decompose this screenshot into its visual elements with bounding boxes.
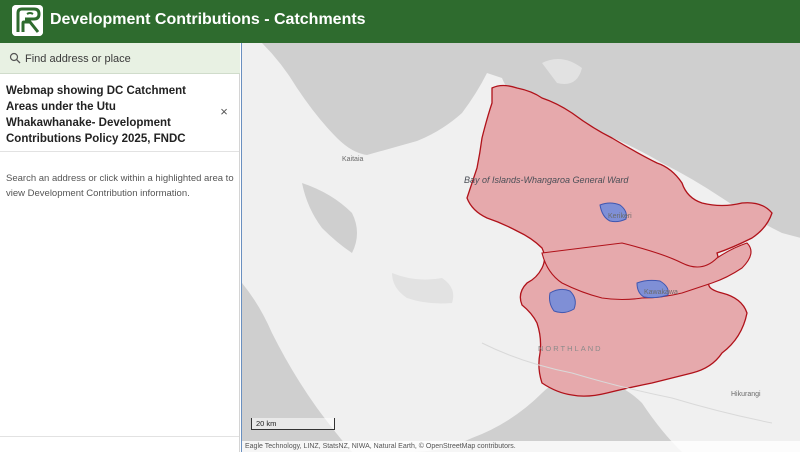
divider <box>0 151 239 152</box>
ward-label: Bay of Islands-Whangaroa General Ward <box>464 175 629 185</box>
basemap <box>242 43 800 452</box>
kaitaia-label: Kaitaia <box>342 156 364 163</box>
map-attribution: Eagle Technology, LINZ, StatsNZ, NIWA, N… <box>242 441 800 452</box>
map-view[interactable]: Kaitaia Bay of Islands-Whangaroa General… <box>241 43 800 452</box>
kawakawa-label: Kawakawa <box>644 289 678 296</box>
kerikeri-label: Kerikeri <box>608 213 632 220</box>
divider <box>0 436 239 437</box>
panel-title: Webmap showing DC Catchment Areas under … <box>6 85 186 145</box>
close-icon[interactable]: × <box>217 105 231 119</box>
app-title: Development Contributions - Catchments <box>50 11 366 28</box>
sidebar-panel: Webmap showing DC Catchment Areas under … <box>0 43 240 452</box>
kaikohe-catchment <box>549 288 576 314</box>
scale-bar: 20 km <box>251 418 335 430</box>
scale-label: 20 km <box>256 419 277 428</box>
search-bar <box>0 43 240 74</box>
northland-label: NORTHLAND <box>538 344 603 353</box>
app-header: Development Contributions - Catchments <box>0 0 800 43</box>
panel-instructions: Search an address or click within a high… <box>6 173 234 199</box>
hikurangi-label: Hikurangi <box>731 391 761 398</box>
fndc-logo-icon <box>12 5 43 36</box>
search-input[interactable] <box>25 48 230 69</box>
search-icon <box>9 52 21 64</box>
